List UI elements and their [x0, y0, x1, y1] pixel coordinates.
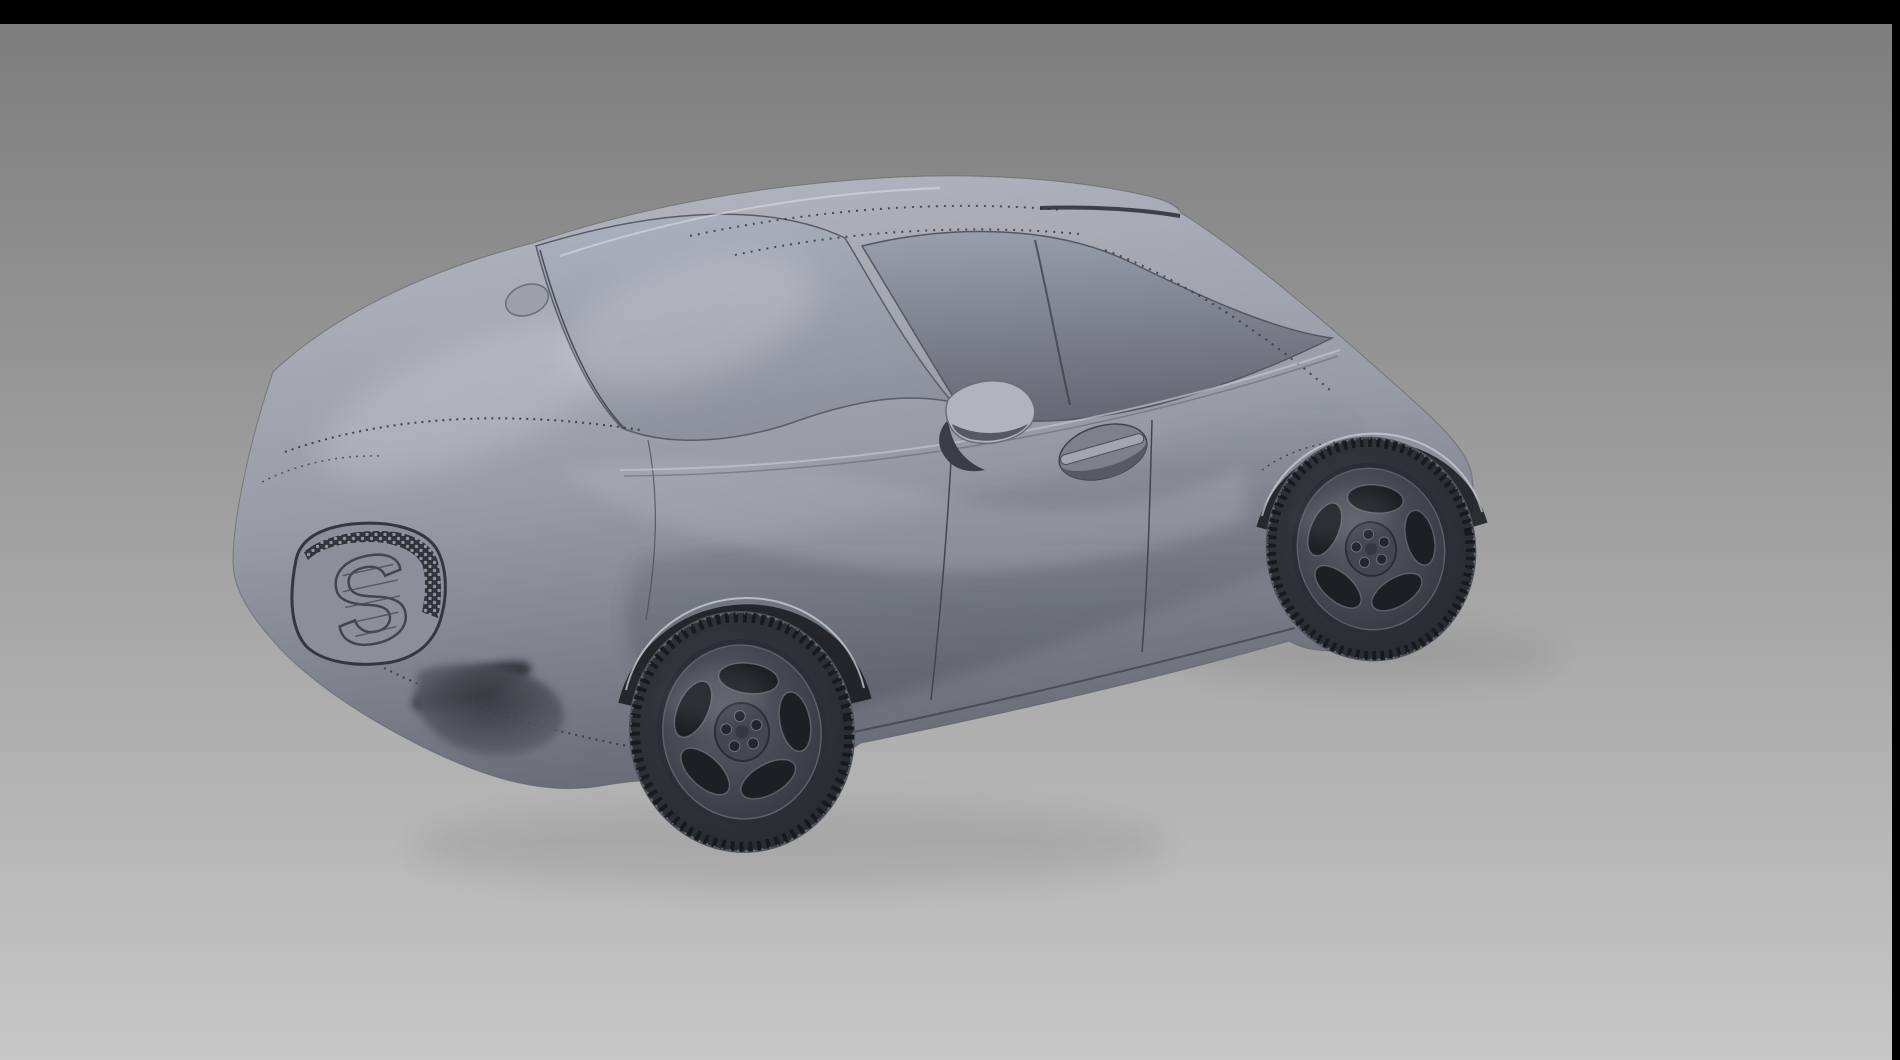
right-black-strip: [1892, 0, 1900, 1060]
cad-application-window: [0, 0, 1900, 1060]
top-black-bar: [0, 0, 1900, 24]
viewport-3d[interactable]: [0, 0, 1900, 1060]
front-grille: [292, 523, 445, 664]
